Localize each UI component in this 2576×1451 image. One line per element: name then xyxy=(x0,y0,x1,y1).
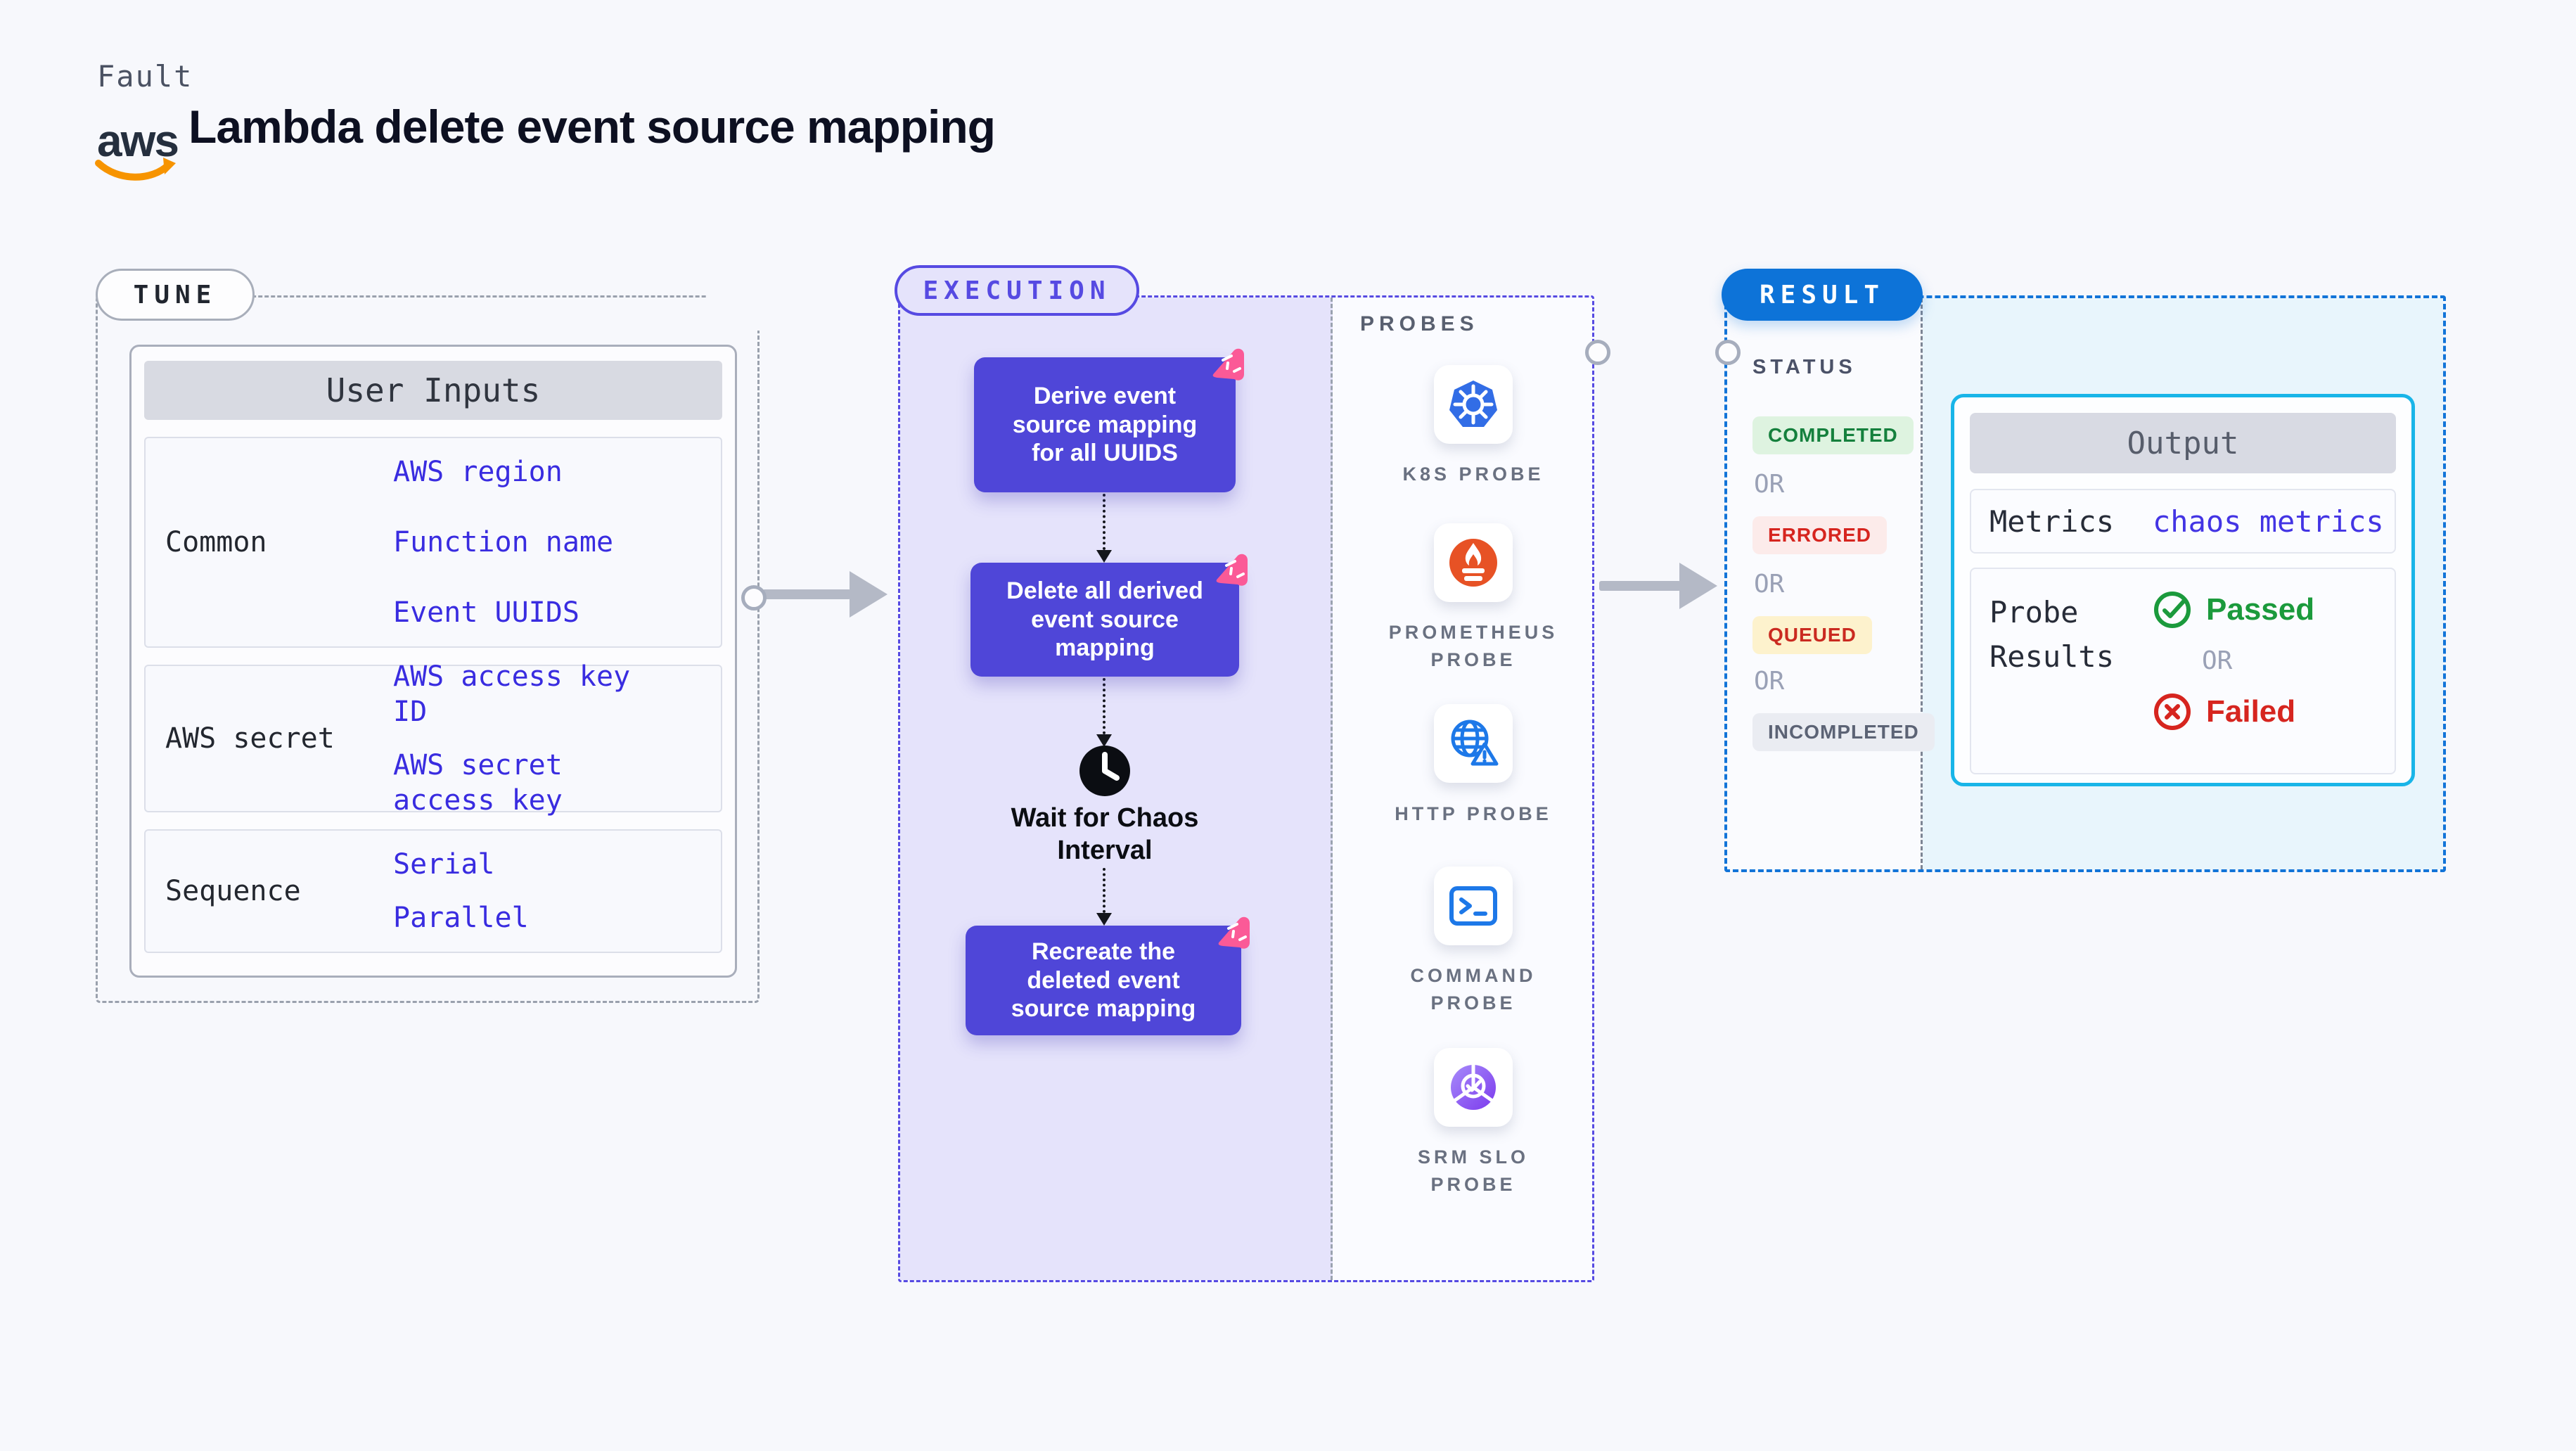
or-separator: OR xyxy=(1754,470,1785,499)
chaos-fault-icon xyxy=(1216,554,1248,586)
row-links: AWS access key ID AWS secret access key xyxy=(393,635,721,842)
metrics-row: Metrics chaos metrics xyxy=(1970,489,2396,554)
row-label: AWS secret xyxy=(165,722,335,755)
probe-label: K8S PROBE xyxy=(1402,464,1544,485)
failed-x-icon xyxy=(2154,693,2191,730)
output-header: Output xyxy=(1970,413,2396,473)
metrics-label: Metrics xyxy=(1989,504,2115,539)
link-serial[interactable]: Serial xyxy=(393,847,674,882)
arrow-tune-to-execution xyxy=(762,589,851,599)
passed-line: Passed xyxy=(2153,590,2314,629)
row-links: AWS region Function name Event UUIDS xyxy=(393,430,721,654)
probe-results-values: Passed OR Failed xyxy=(2153,590,2314,759)
probe-label: PROMETHEUS PROBE xyxy=(1388,622,1558,671)
row-label: Sequence xyxy=(165,875,301,907)
aws-logo: aws xyxy=(95,115,179,181)
http-probe-card xyxy=(1434,704,1513,783)
link-parallel[interactable]: Parallel xyxy=(393,900,674,935)
probe-label: SRM SLO PROBE xyxy=(1417,1146,1529,1196)
slo-donut-check-icon xyxy=(1451,1064,1496,1110)
status-heading: STATUS xyxy=(1752,356,1857,378)
flow-arrow xyxy=(1103,868,1106,913)
result-pill: RESULT xyxy=(1722,269,1923,321)
status-badge-completed: COMPLETED xyxy=(1752,416,1914,454)
arrowhead-icon xyxy=(850,571,887,618)
clock-icon xyxy=(1079,746,1130,796)
prometheus-icon xyxy=(1449,539,1497,587)
failed-line: Failed xyxy=(2153,692,2314,731)
table-row-aws-secret: AWS secret AWS access key ID AWS secret … xyxy=(144,660,722,817)
chaos-metrics-link[interactable]: chaos metrics xyxy=(2153,504,2384,539)
flow-arrow xyxy=(1103,678,1106,734)
step-derive-event-source-mapping: Derive event source mapping for all UUID… xyxy=(974,348,1244,492)
step-label: Derive event source mapping for all UUID… xyxy=(1012,382,1198,467)
srm-slo-probe-card xyxy=(1434,1048,1513,1127)
result-input-connector-circle xyxy=(1715,340,1741,365)
arrow-execution-to-result xyxy=(1599,581,1681,591)
step-label: Recreate the deleted event source mappin… xyxy=(1011,938,1196,1023)
kubernetes-icon xyxy=(1449,381,1497,427)
passed-check-icon xyxy=(2154,592,2191,628)
probe-label: HTTP PROBE xyxy=(1395,803,1552,824)
tune-pill: TUNE xyxy=(96,269,255,321)
aws-logo-patch xyxy=(706,253,816,331)
table-row-common: Common AWS region Function name Event UU… xyxy=(144,437,722,648)
aws-logo-text: aws xyxy=(97,115,178,166)
execution-output-connector-circle xyxy=(1585,340,1610,365)
link-aws-access-key-id[interactable]: AWS access key ID xyxy=(393,659,674,729)
status-badge-queued: QUEUED xyxy=(1752,616,1872,654)
user-inputs-header: User Inputs xyxy=(144,361,722,420)
status-badge-errored: ERRORED xyxy=(1752,516,1888,554)
k8s-probe-card xyxy=(1434,365,1513,444)
command-probe-card xyxy=(1434,867,1513,945)
fault-diagram-page: Fault aws Lambda delete event source map… xyxy=(0,0,2576,1451)
or-separator: OR xyxy=(1754,570,1785,599)
or-separator: OR xyxy=(2202,646,2233,675)
probes-heading: PROBES xyxy=(1360,312,1479,335)
link-event-uuids[interactable]: Event UUIDS xyxy=(393,595,674,630)
table-row-sequence: Sequence Serial Parallel xyxy=(144,829,722,953)
chaos-fault-icon xyxy=(1218,916,1250,949)
terminal-icon xyxy=(1449,886,1497,926)
wait-for-chaos-interval-label: Wait for Chaos Interval xyxy=(1011,803,1199,866)
prometheus-probe-card xyxy=(1434,523,1513,602)
step-delete-event-source-mapping: Delete all derived event source mapping xyxy=(970,554,1248,677)
failed-label: Failed xyxy=(2206,694,2296,729)
fault-kicker: Fault xyxy=(97,59,193,94)
tune-output-connector-circle xyxy=(741,585,767,611)
flow-arrowhead-icon xyxy=(1096,913,1112,926)
step-label: Delete all derived event source mapping xyxy=(1006,577,1203,662)
link-function-name[interactable]: Function name xyxy=(393,525,674,560)
or-separator: OR xyxy=(1754,667,1785,696)
link-aws-secret-access-key[interactable]: AWS secret access key xyxy=(393,748,674,818)
status-badge-incompleted: INCOMPLETED xyxy=(1752,713,1935,751)
probe-results-row: Probe Results Passed OR Failed xyxy=(1970,568,2396,774)
flow-arrowhead-icon xyxy=(1096,550,1112,563)
row-label: Common xyxy=(165,526,267,558)
flow-arrow xyxy=(1103,494,1106,550)
passed-label: Passed xyxy=(2206,592,2315,627)
probe-results-label: Probe Results xyxy=(1989,595,2115,674)
http-globe-warning-icon xyxy=(1451,720,1499,766)
link-aws-region[interactable]: AWS region xyxy=(393,454,674,490)
arrowhead-icon xyxy=(1679,563,1717,609)
row-links: Serial Parallel xyxy=(393,823,721,959)
output-card: Output Metrics chaos metrics Probe Resul… xyxy=(1951,394,2415,786)
page-title: Lambda delete event source mapping xyxy=(188,101,996,153)
execution-pill: EXECUTION xyxy=(895,265,1139,316)
probe-label: COMMAND PROBE xyxy=(1410,965,1537,1014)
step-recreate-event-source-mapping: Recreate the deleted event source mappin… xyxy=(966,916,1250,1035)
user-inputs-card: User Inputs Common AWS region Function n… xyxy=(129,345,737,978)
chaos-fault-icon xyxy=(1212,348,1244,381)
